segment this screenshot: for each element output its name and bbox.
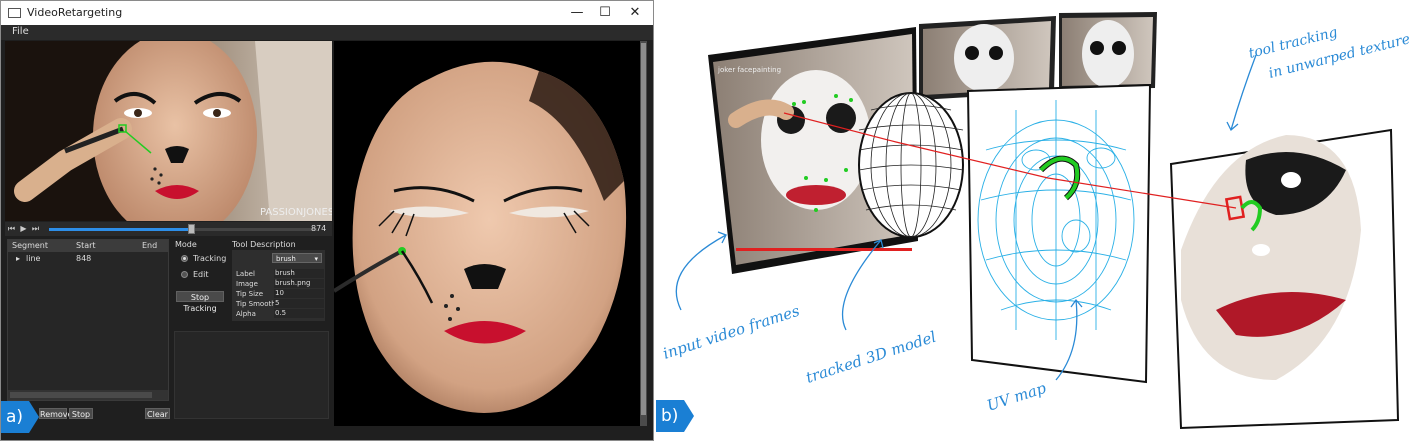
tool-description-title: Tool Description <box>232 240 296 249</box>
panel-a-label: a) <box>6 407 24 427</box>
frame-count: 874 <box>311 224 327 233</box>
seek-slider-handle[interactable] <box>188 224 196 234</box>
annotation-input-video-frames: input video frames <box>661 302 802 363</box>
panel-a-badge: a) <box>1 401 39 433</box>
pipeline-diagram: joker facepainting input video frames tr… <box>661 12 1412 430</box>
panel-b-badge: b) <box>656 400 694 432</box>
segment-table-header: Segment Start End <box>8 240 168 252</box>
youtube-title: joker facepainting <box>717 66 781 74</box>
seek-slider[interactable] <box>49 228 317 231</box>
vertical-scrollbar[interactable] <box>640 41 647 426</box>
window-title: VideoRetargeting <box>27 6 123 19</box>
col-start[interactable]: Start <box>76 241 96 250</box>
video-view[interactable]: PASSIONJONESZ <box>5 41 332 221</box>
prop-tipsmooth-field[interactable]: 5 <box>274 299 324 308</box>
app-icon <box>8 8 21 18</box>
pipeline-illustration: joker facepainting input video frames tr… <box>656 0 1427 441</box>
scrollbar-thumb[interactable] <box>641 43 646 415</box>
seek-slider-fill <box>49 228 192 231</box>
prop-image-label: Image <box>236 280 258 288</box>
annotation-uv-map: UV map <box>985 379 1049 415</box>
title-bar: VideoRetargeting — ☐ ✕ <box>1 1 653 25</box>
remove-button[interactable]: Remove <box>39 408 72 419</box>
chevron-down-icon: ▾ <box>314 255 318 263</box>
prop-tipsize-field[interactable]: 10 <box>274 289 324 298</box>
figure: VideoRetargeting — ☐ ✕ File PASSIONJONES… <box>0 0 1427 441</box>
expand-arrow-icon[interactable]: ▸ <box>16 254 20 263</box>
minimize-button[interactable]: — <box>563 4 591 22</box>
prop-label-label: Label <box>236 270 255 278</box>
prop-tipsize-label: Tip Size <box>236 290 264 298</box>
edit-radio[interactable] <box>181 271 188 278</box>
texture-view[interactable] <box>334 41 640 426</box>
clear-button[interactable]: Clear <box>145 408 170 419</box>
stop-button[interactable]: Stop <box>69 408 93 419</box>
scrollbar-thumb[interactable] <box>10 392 152 398</box>
tracking-label: Tracking <box>193 254 227 263</box>
col-end[interactable]: End <box>142 241 157 250</box>
forward-icon[interactable]: ⏭ <box>31 224 40 233</box>
annotation-tracked-3d-model: tracked 3D model <box>804 328 939 387</box>
maximize-button[interactable]: ☐ <box>591 4 619 22</box>
segment-table: Segment Start End ▸ line 848 <box>7 239 169 401</box>
close-button[interactable]: ✕ <box>621 4 649 22</box>
segment-start: 848 <box>76 254 92 263</box>
prop-image-field[interactable]: brush.png <box>274 279 324 288</box>
prop-tipsmooth-label: Tip Smoothi <box>236 300 278 308</box>
segment-name: line <box>26 254 41 263</box>
mode-title: Mode <box>175 240 197 249</box>
video-frame-image: PASSIONJONESZ <box>5 41 332 221</box>
prop-alpha-label: Alpha <box>236 310 256 318</box>
rewind-icon[interactable]: ⏮ <box>7 224 16 233</box>
tool-select-value: brush <box>276 255 296 263</box>
tool-select[interactable]: brush ▾ <box>272 253 322 263</box>
stop-tracking-button[interactable]: Stop Tracking <box>176 291 224 313</box>
col-segment[interactable]: Segment <box>12 241 48 250</box>
play-icon[interactable]: ▶ <box>19 224 28 233</box>
tool-properties: brush ▾ Label brush Image brush.png Tip … <box>232 250 325 321</box>
menu-file[interactable]: File <box>12 26 29 37</box>
edit-label: Edit <box>193 270 209 279</box>
playback-bar: ⏮ ▶ ⏭ 874 <box>5 222 332 236</box>
prop-alpha-field[interactable]: 0.5 <box>274 309 324 318</box>
prop-label-field[interactable]: brush <box>274 269 324 278</box>
app-window: VideoRetargeting — ☐ ✕ File PASSIONJONES… <box>0 0 654 441</box>
video-watermark: PASSIONJONESZ <box>260 207 332 218</box>
menu-bar: File <box>1 25 653 40</box>
horizontal-scrollbar[interactable] <box>8 390 168 400</box>
panel-b-label: b) <box>661 406 679 426</box>
unwarped-face-image <box>334 61 627 413</box>
empty-panel <box>174 331 329 419</box>
table-row[interactable]: ▸ line 848 <box>8 253 168 264</box>
tracking-radio[interactable] <box>181 255 188 262</box>
